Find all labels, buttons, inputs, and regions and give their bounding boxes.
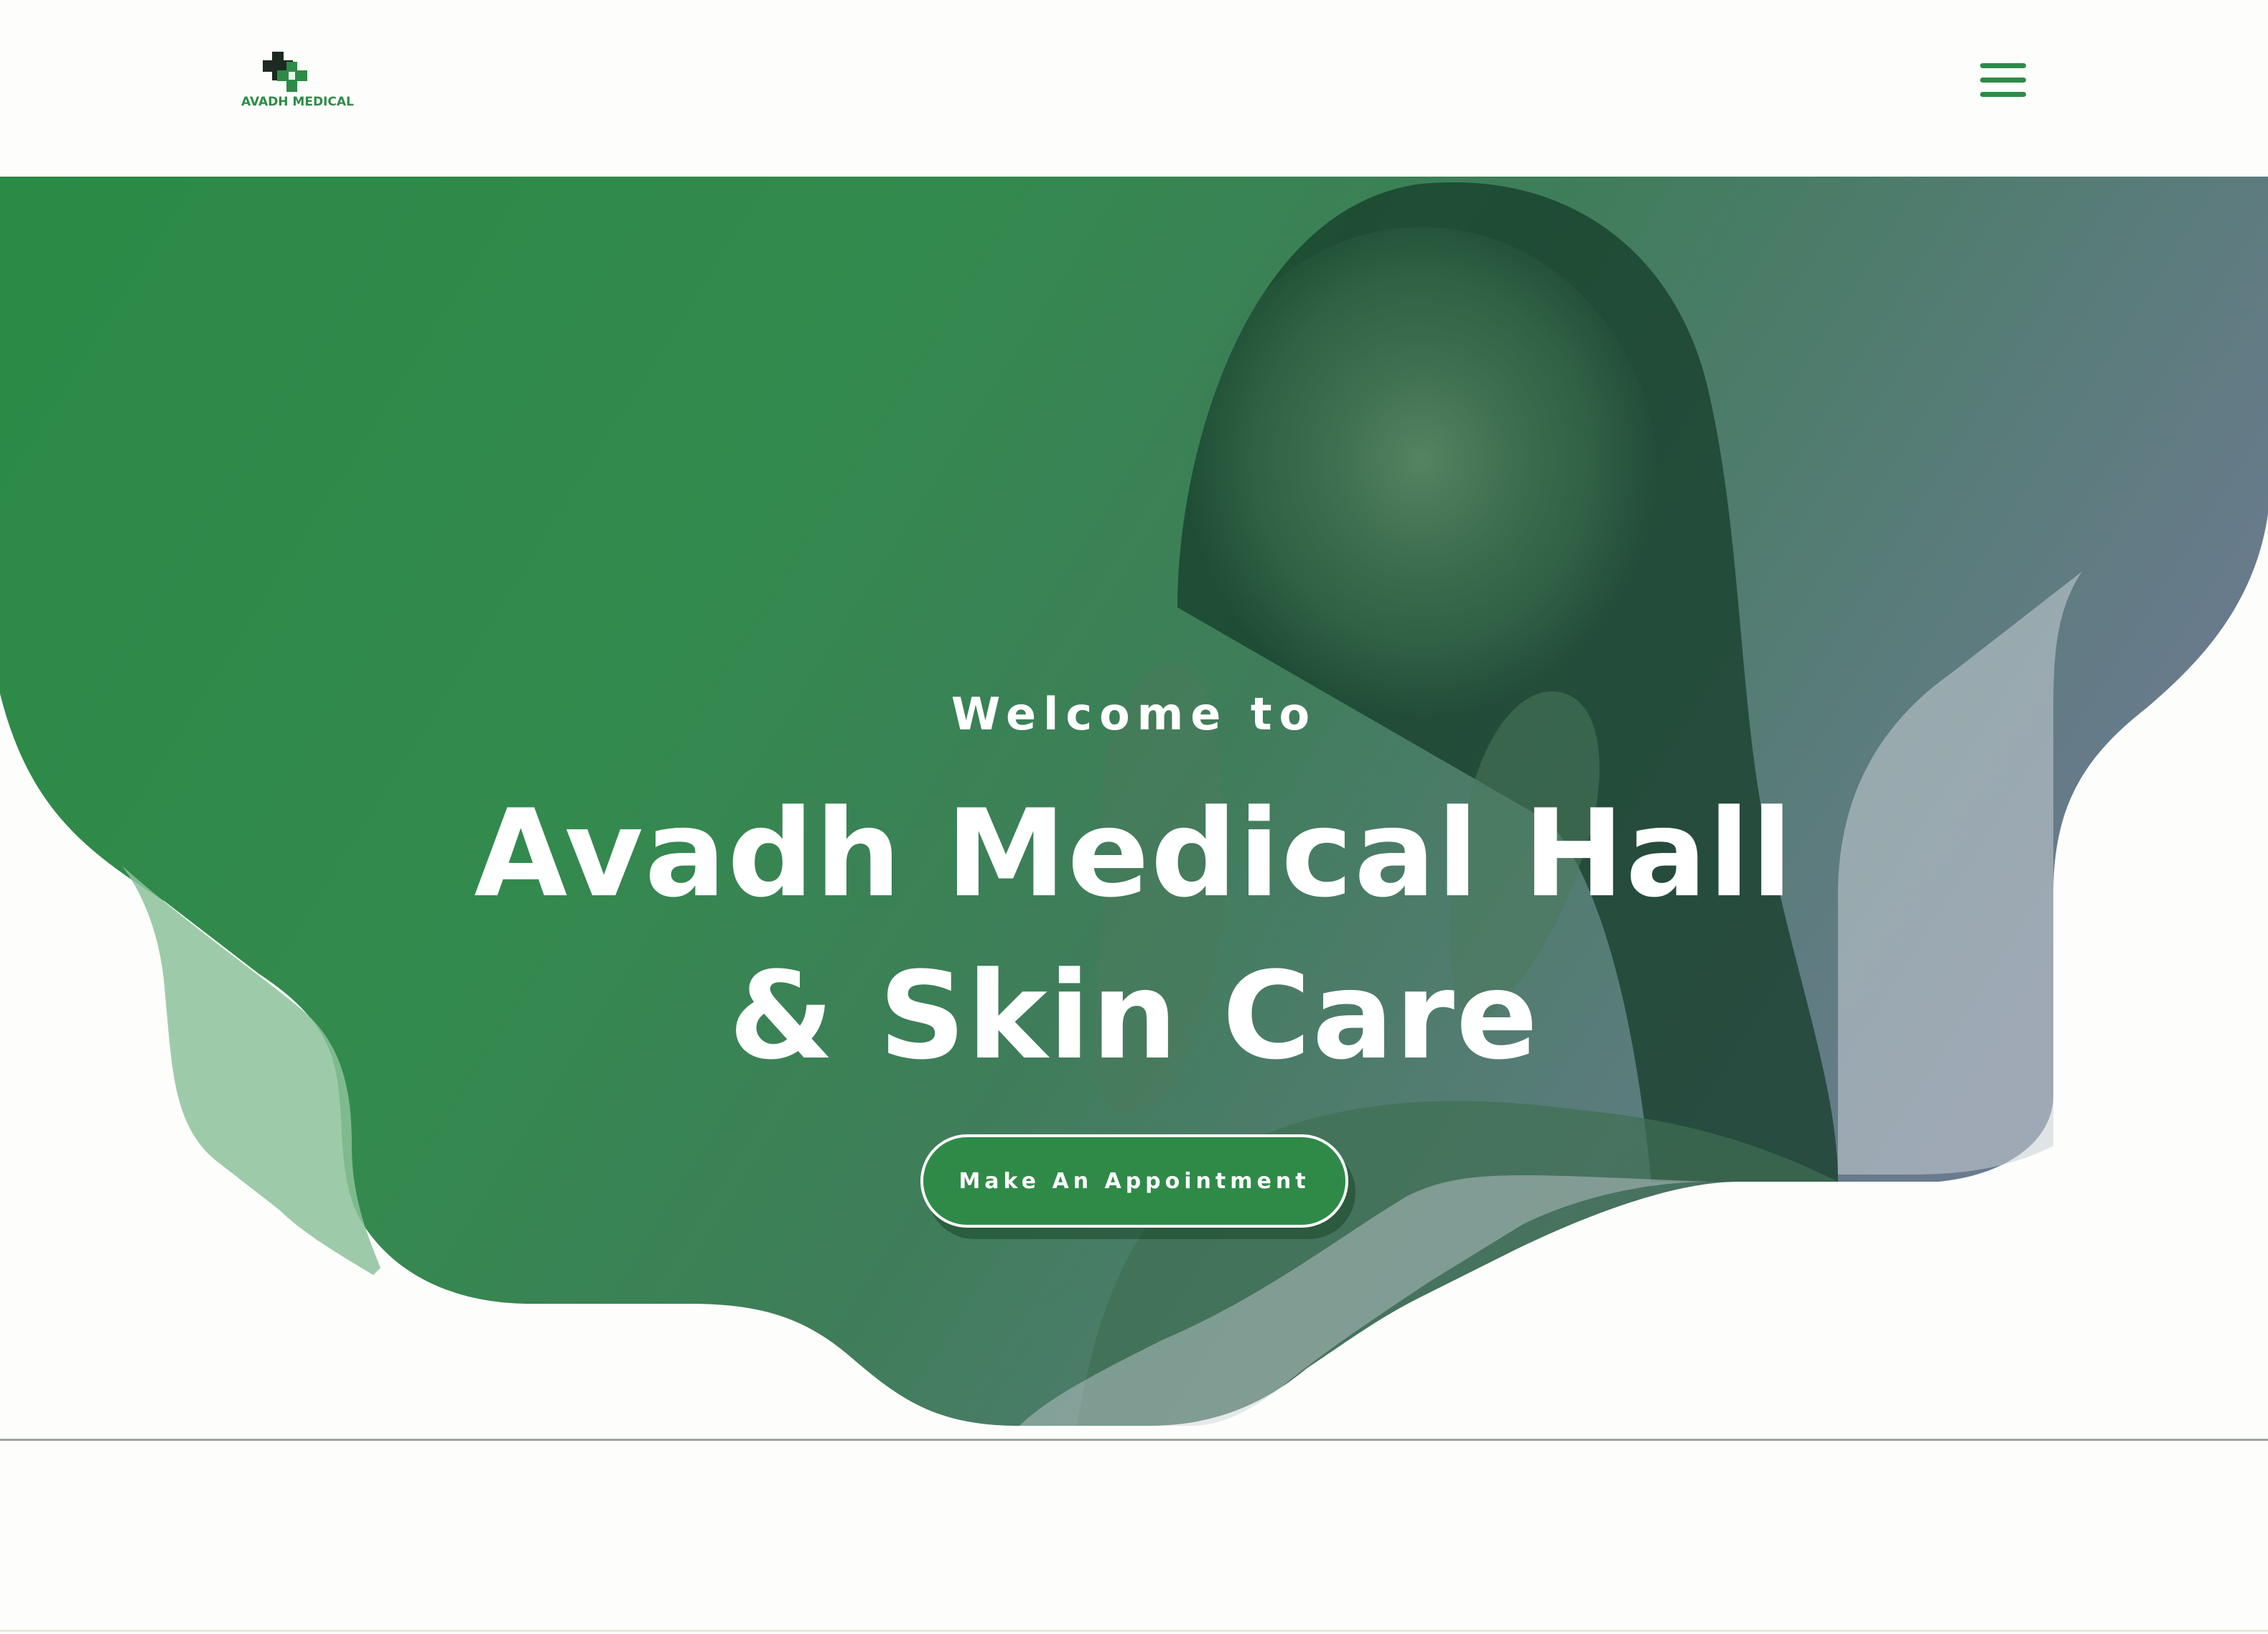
page: AVADH MEDICAL Welcome to Avadh Medical H… (0, 0, 2268, 1634)
medical-cross-icon (263, 52, 307, 92)
hero-section: Welcome to Avadh Medical Hall & Skin Car… (0, 177, 2268, 1440)
hamburger-menu-icon[interactable] (1976, 59, 2030, 102)
bottom-divider (0, 1630, 2268, 1632)
site-header: AVADH MEDICAL (0, 0, 2268, 177)
hero-title-line1: Avadh Medical Hall (474, 783, 1794, 924)
logo-text: AVADH MEDICAL (241, 95, 354, 109)
hero-title-line2: & Skin Care (729, 946, 1539, 1086)
site-logo[interactable]: AVADH MEDICAL (241, 50, 354, 122)
hero-welcome: Welcome to (951, 688, 1317, 740)
hero-title: Avadh Medical Hall & Skin Care (0, 772, 2268, 1097)
section-divider (0, 1439, 2268, 1441)
make-appointment-button[interactable]: Make An Appointment (920, 1134, 1348, 1228)
